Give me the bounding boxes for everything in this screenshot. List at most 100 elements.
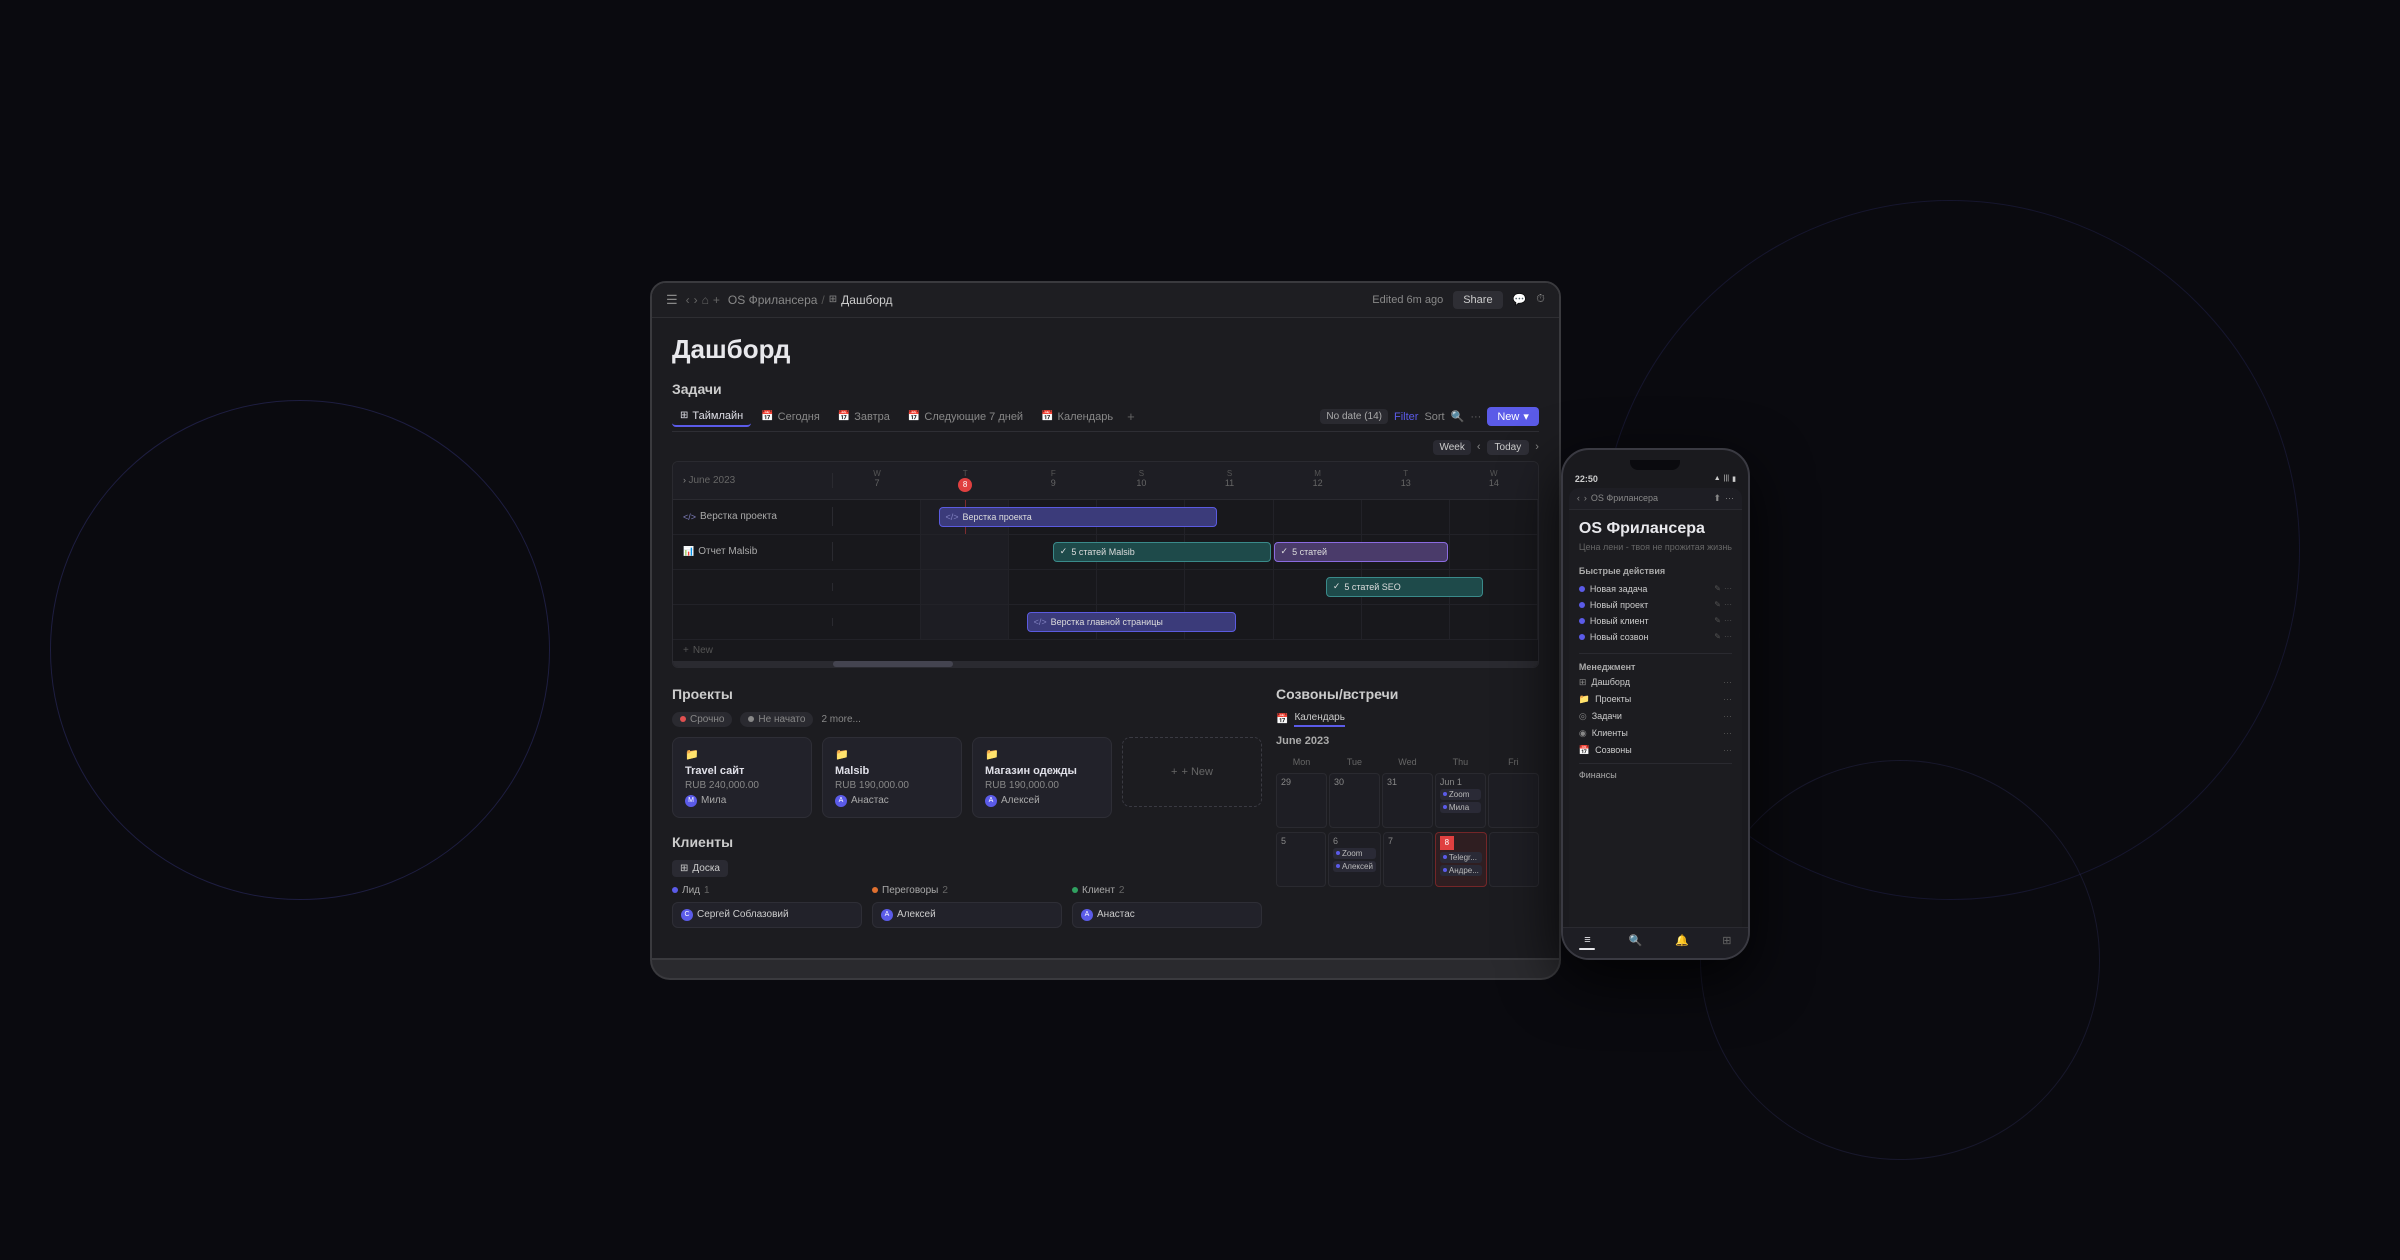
task-bar-5stat[interactable]: ✓ 5 статей	[1274, 542, 1448, 562]
timeline-scrollbar[interactable]	[673, 661, 1538, 667]
phone-bottom-grid[interactable]: ⊞	[1722, 934, 1731, 948]
tab-week[interactable]: 📅 Следующие 7 дней	[900, 408, 1031, 426]
prev-week-icon[interactable]: ‹	[1477, 441, 1481, 453]
add-project-button[interactable]: + + New	[1122, 737, 1262, 807]
timeline-scrollbar-thumb[interactable]	[833, 661, 953, 667]
sort-button[interactable]: Sort	[1424, 411, 1444, 423]
phone-forward-icon[interactable]: ›	[1584, 493, 1587, 503]
phone-nav-calls[interactable]: 📅 Созвоны ···	[1569, 742, 1742, 759]
cal-day-9b[interactable]	[1489, 832, 1539, 887]
more-icon[interactable]: ···	[1470, 411, 1481, 423]
phone-action-new-call[interactable]: Новый созвон ✎ ···	[1579, 629, 1732, 645]
phone-action-new-client[interactable]: Новый клиент ✎ ···	[1579, 613, 1732, 629]
more-link[interactable]: 2 more...	[821, 714, 860, 725]
cal-event-mila1[interactable]: Мила	[1440, 802, 1481, 813]
filter-urgent[interactable]: Срочно	[672, 712, 732, 727]
check-icon3: ✓	[1333, 581, 1341, 592]
cal-day-5[interactable]: 5	[1276, 832, 1326, 887]
cal-day-jun1[interactable]: Jun 1 Zoom Мила	[1435, 773, 1486, 828]
cal-event-zoom1[interactable]: Zoom	[1440, 789, 1481, 800]
tab-today[interactable]: 📅 Сегодня	[753, 408, 828, 426]
add-row[interactable]: + New	[673, 640, 1538, 661]
phone-bottom-list[interactable]: ≡	[1579, 934, 1595, 948]
cell-4-7	[1362, 605, 1450, 639]
cal-day-6[interactable]: 6 Zoom Алексей	[1328, 832, 1381, 887]
tab-tomorrow[interactable]: 📅 Завтра	[830, 408, 898, 426]
notstarted-label: Не начато	[758, 714, 805, 725]
project-person-1: М Мила	[685, 795, 799, 807]
nav-dots-4: ···	[1723, 728, 1732, 738]
project-card-travel[interactable]: 📁 Travel сайт RUB 240,000.00 М Мила	[672, 737, 812, 818]
week-label[interactable]: Week	[1433, 440, 1470, 455]
next-week-icon[interactable]: ›	[1535, 441, 1539, 453]
edited-label: Edited 6m ago	[1372, 294, 1443, 306]
projects-section: Проекты Срочно Не начато	[672, 686, 1262, 818]
new-button[interactable]: New ▾	[1487, 407, 1539, 426]
kanban-card-3[interactable]: А Анастас	[1072, 902, 1262, 928]
cell-2-8	[1450, 535, 1538, 569]
kanban-card-2[interactable]: А Алексей	[872, 902, 1062, 928]
action-icons-4: ✎ ···	[1714, 632, 1732, 641]
cell-3-2	[921, 570, 1009, 604]
phone-more-icon[interactable]: ···	[1725, 493, 1734, 504]
card-name-1: Сергей Соблазовий	[697, 909, 789, 920]
chat-icon[interactable]: 💬	[1513, 293, 1527, 306]
task-bar-verstka[interactable]: </> Верстка проекта	[939, 507, 1218, 527]
cal-day-2[interactable]	[1488, 773, 1539, 828]
phone-bottom-bell[interactable]: 🔔	[1675, 934, 1689, 948]
kanban-header-talks: Переговоры 2	[872, 885, 1062, 896]
bottom-area: Проекты Срочно Не начато	[672, 686, 1539, 933]
cal-day-7[interactable]: 7	[1383, 832, 1433, 887]
nav-forward-icon[interactable]: ›	[694, 293, 698, 307]
phone-nav-tasks[interactable]: ◎ Задачи ···	[1569, 708, 1742, 725]
tab-timeline[interactable]: ⊞ Таймлайн	[672, 407, 751, 427]
project-card-clothes[interactable]: 📁 Магазин одежды RUB 190,000.00 А Алексе…	[972, 737, 1112, 818]
project-card-malsib[interactable]: 📁 Malsib RUB 190,000.00 А Анастас	[822, 737, 962, 818]
phone-action-new-task[interactable]: Новая задача ✎ ···	[1579, 581, 1732, 597]
phone-bottom-search[interactable]: 🔍	[1629, 934, 1643, 948]
task-bar-seo[interactable]: ✓ 5 статей SEO	[1326, 577, 1483, 597]
today-button[interactable]: Today	[1487, 440, 1530, 455]
phone-nav-projects[interactable]: 📁 Проекты ···	[1569, 691, 1742, 708]
card-avatar-1: С	[681, 909, 693, 921]
task-bar-malsib[interactable]: ✓ 5 статей Malsib	[1053, 542, 1271, 562]
task-code-icon: </>	[946, 512, 959, 522]
hamburger-icon[interactable]: ☰	[666, 292, 678, 308]
search-icon[interactable]: 🔍	[1451, 410, 1465, 423]
cal-day-num-30: 30	[1334, 777, 1375, 787]
filter-notstarted[interactable]: Не начато	[740, 712, 813, 727]
cal-day-30[interactable]: 30	[1329, 773, 1380, 828]
filter-button[interactable]: Filter	[1394, 411, 1418, 423]
nav-home-icon[interactable]: ⌂	[702, 293, 709, 307]
timeline-row-cells-1: </> Верстка проекта	[833, 500, 1538, 534]
cal-event-zoom2[interactable]: Zoom	[1333, 848, 1376, 859]
nav-back-icon[interactable]: ‹	[686, 293, 690, 307]
cal-day-31[interactable]: 31	[1382, 773, 1433, 828]
cal-event-alexey[interactable]: Алексей	[1333, 861, 1376, 872]
calendar-tab[interactable]: Календарь	[1294, 712, 1344, 727]
tab-add-icon[interactable]: +	[1123, 409, 1139, 424]
cal-day-29[interactable]: 29	[1276, 773, 1327, 828]
cal-event-telegr[interactable]: Telegr...	[1440, 852, 1482, 863]
clock-icon[interactable]: ⏱	[1536, 293, 1545, 306]
timeline-day-12: M12	[1274, 466, 1362, 495]
cal-event-andre[interactable]: Андре...	[1440, 865, 1482, 876]
nav-add-icon[interactable]: +	[713, 293, 720, 307]
clients-tab-board[interactable]: ⊞ Доска	[672, 860, 728, 877]
phone-action-new-project[interactable]: Новый проект ✎ ···	[1579, 597, 1732, 613]
phone-nav-clients[interactable]: ◉ Клиенты ···	[1569, 725, 1742, 742]
timeline-day-9: F9	[1009, 466, 1097, 495]
cal-day-num-7: 7	[1388, 836, 1428, 846]
project-icon-2: 📁	[835, 748, 949, 761]
task-bar-glavnaya[interactable]: </> Верстка главной страницы	[1027, 612, 1236, 632]
phone-back-icon[interactable]: ‹	[1577, 493, 1580, 503]
kanban-card-1[interactable]: С Сергей Соблазовий	[672, 902, 862, 928]
phone-nav-dashboard[interactable]: ⊞ Дашборд ···	[1569, 674, 1742, 691]
cal-day-8[interactable]: 8 Telegr... Андре...	[1435, 832, 1487, 887]
tab-calendar[interactable]: 📅 Календарь	[1033, 408, 1121, 426]
share-button[interactable]: Share	[1453, 291, 1502, 309]
tab-week-label: Следующие 7 дней	[924, 411, 1023, 423]
nav-left-4: ◉ Клиенты	[1579, 728, 1628, 739]
meetings-title: Созвоны/встречи	[1276, 686, 1539, 702]
phone-share-icon[interactable]: ⬆	[1713, 493, 1721, 504]
